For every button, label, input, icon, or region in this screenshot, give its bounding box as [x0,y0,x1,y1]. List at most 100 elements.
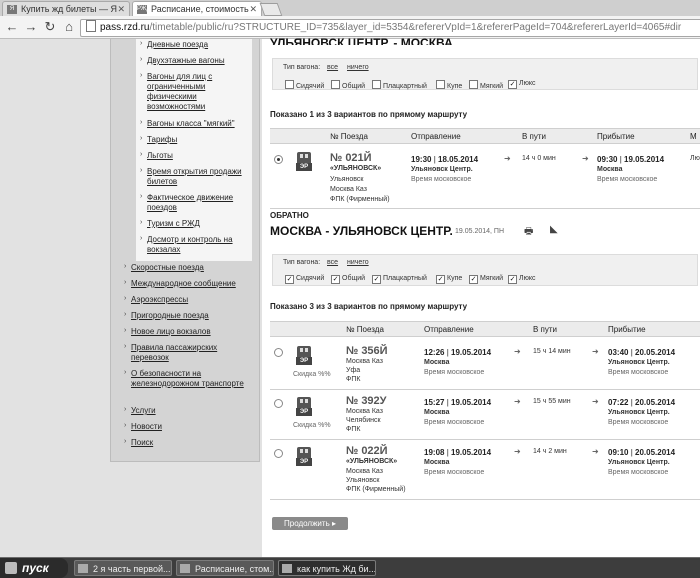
home-icon[interactable]: ⌂ [61,19,77,35]
select-train-radio[interactable] [274,155,283,164]
return-route-title: МОСКВА - УЛЬЯНОВСК ЦЕНТР. [270,224,453,238]
sidebar-item-soft-class[interactable]: Вагоны класса "мягкий" [147,119,255,129]
filter-option-common[interactable]: ✓ Общий [331,275,365,284]
dep-station: Москва [424,359,450,366]
select-all-link[interactable]: все [327,64,338,71]
sidebar-item-services[interactable]: Услуги [131,406,255,416]
train-number[interactable]: № 392У [346,395,387,407]
filter-option-kupe[interactable]: ✓ Купе [436,275,462,284]
route-from: Москва Каз [346,408,383,415]
select-train-radio[interactable] [274,348,283,357]
close-tab-icon[interactable]: ✕ [249,2,257,16]
filter-option-platzkart[interactable]: Плацкартный [372,80,427,90]
filter-option-platzkart[interactable]: ✓ Плацкартный [372,275,427,284]
print-icon[interactable]: 🖶 [524,224,533,241]
train-icon: ЭР [296,152,312,172]
checkbox[interactable] [469,80,478,89]
continue-button[interactable]: Продолжить ▸ [272,517,348,530]
dep-time: 19:08 [424,448,445,457]
filter-option-seated[interactable]: Сидячий [285,80,324,90]
select-none-link[interactable]: ничего [347,259,369,266]
forward-arrow-icon[interactable]: → [23,19,39,35]
bullet-icon: › [124,369,127,376]
close-tab-icon[interactable]: ✕ [117,2,125,16]
start-button[interactable]: пуск [0,558,68,578]
sidebar-item-tourism[interactable]: Туризм с РЖД [147,219,255,229]
sidebar-item-sale-opening[interactable]: Время открытия продажи билетов [147,167,255,187]
sidebar-item-train-movement[interactable]: Фактическое движение поездов [147,193,255,213]
sidebar-item-suburban[interactable]: Пригородные поезда [131,311,255,321]
checkbox[interactable] [285,80,294,89]
filter-option-soft[interactable]: Мягкий [469,80,503,90]
train-info-icon[interactable]: ◣ [550,224,558,235]
filter-option-soft[interactable]: ✓ Мягкий [469,275,503,284]
checkbox-checked[interactable]: ✓ [372,275,381,284]
sidebar-item-double-deck[interactable]: Двухэтажные вагоны [147,56,255,66]
browser-tab-yandex[interactable]: Я Купить жд билеты — Я ✕ [2,1,130,16]
sidebar-item-news[interactable]: Новости [131,422,255,432]
checkbox-checked[interactable]: ✓ [331,275,340,284]
train-number[interactable]: № 021Й [330,152,372,164]
select-all-link[interactable]: все [327,259,338,266]
filter-option-lux[interactable]: ✓ Люкс [508,80,536,89]
bullet-icon: › [140,56,143,63]
sidebar-item-high-speed[interactable]: Скоростные поезда [131,263,255,273]
bullet-icon: › [124,263,127,270]
checkbox[interactable] [372,80,381,89]
sidebar-item-day-trains[interactable]: Дневные поезда [147,40,255,50]
taskbar-item-word[interactable]: 2 я часть первой... [74,560,172,576]
sidebar-item-security-check[interactable]: Досмотр и контроль на вокзалах [147,235,255,255]
checkbox-checked[interactable]: ✓ [508,275,517,284]
select-none-link[interactable]: ничего [347,64,369,71]
sidebar-item-tariffs[interactable]: Тарифы [147,135,255,145]
arr-tz: Время московское [608,419,669,426]
arr-station: Ульяновск Центр. [608,459,670,466]
taskbar-item-document[interactable]: как купить Жд би... [278,560,376,576]
address-bar[interactable]: pass.rzd.ru/timetable/public/ru?STRUCTUR… [80,19,700,37]
back-arrow-icon[interactable]: ← [4,19,20,35]
col-travel-time: В пути [522,132,547,141]
sidebar-item-stations[interactable]: Новое лицо вокзалов [131,327,255,337]
col-train-number: № Поезда [346,325,384,334]
select-train-radio[interactable] [274,399,283,408]
checkbox-checked[interactable]: ✓ [436,275,445,284]
arr-station: Ульяновск Центр. [608,409,670,416]
select-train-radio[interactable] [274,449,283,458]
bullet-icon: › [124,295,127,302]
dep-time: 15:27 [424,398,445,407]
new-tab-button[interactable] [259,3,283,16]
filter-option-lux[interactable]: ✓ Люкс [508,275,536,284]
col-departure: Отправление [424,325,474,334]
duration: 15 ч 55 мин [533,398,571,405]
checkbox-checked[interactable]: ✓ [285,275,294,284]
sidebar-item-aeroexpress[interactable]: Аэроэкспрессы [131,295,255,305]
col-extra: М [690,132,697,141]
document-icon [78,564,88,573]
url-path: /timetable/public/ru?STRUCTURE_ID=735&la… [149,22,682,33]
browser-tab-rzd[interactable]: РЖД Расписание, стоимость ✕ [132,1,262,16]
filter-option-kupe[interactable]: Купе [436,80,462,90]
col-travel-time: В пути [533,325,558,334]
arr-date: 20.05.2014 [635,448,676,457]
sidebar-item-accessible-cars[interactable]: Вагоны для лиц с ограниченными физически… [147,72,255,112]
sidebar-item-rules[interactable]: Правила пассажирских перевозок [131,343,255,363]
bullet-icon: › [124,311,127,318]
checkbox[interactable] [436,80,445,89]
reload-icon[interactable]: ↻ [42,19,58,35]
filter-option-seated[interactable]: ✓ Сидячий [285,275,324,284]
train-number[interactable]: № 356Й [346,345,388,357]
sidebar-item-safety[interactable]: О безопасности на железнодорожном трансп… [131,369,255,389]
sidebar-item-benefits[interactable]: Льготы [147,151,255,161]
sidebar-item-international[interactable]: Международное сообщение [131,279,255,289]
dep-tz: Время московское [411,176,472,183]
bullet-icon: › [140,151,143,158]
checkbox-checked[interactable]: ✓ [508,80,517,89]
dep-station: Москва [424,459,450,466]
train-number[interactable]: № 022Й [346,445,388,457]
taskbar-item-browser[interactable]: Расписание, стом... [176,560,274,576]
checkbox-checked[interactable]: ✓ [469,275,478,284]
sidebar-item-search[interactable]: Поиск [131,438,255,448]
checkbox[interactable] [331,80,340,89]
filter-option-common[interactable]: Общий [331,80,365,90]
train-icon: ЭР [296,346,312,366]
